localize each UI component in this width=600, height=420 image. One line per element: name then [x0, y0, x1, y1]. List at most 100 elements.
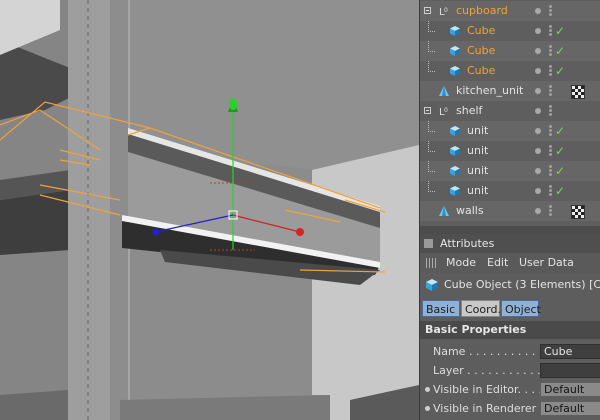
visibility-dots-icon[interactable] [549, 85, 552, 97]
visibility-dots-icon[interactable] [549, 45, 552, 57]
layer-dot-icon[interactable] [535, 88, 541, 94]
enabled-check-icon[interactable]: ✓ [555, 181, 565, 201]
enabled-check-icon[interactable]: ✓ [555, 61, 565, 81]
polygon-object-icon [439, 206, 449, 216]
object-row-label: kitchen_unit [456, 84, 524, 97]
tab-coord[interactable]: Coord. [461, 300, 501, 317]
layer-dot-icon[interactable] [535, 28, 541, 34]
cube-icon [450, 26, 460, 36]
material-tag-icon[interactable] [571, 85, 585, 99]
enabled-check-icon[interactable]: ✓ [555, 121, 565, 141]
object-row-label: cupboard [456, 4, 508, 17]
expand-toggle-icon[interactable] [424, 7, 431, 14]
cube-icon [450, 46, 460, 56]
animate-dot-icon[interactable] [425, 387, 430, 392]
tree-branch-icon [428, 121, 435, 132]
object-row-label: Cube [467, 24, 496, 37]
visible-editor-dropdown[interactable]: Default [540, 382, 600, 397]
layer-dot-icon[interactable] [535, 108, 541, 114]
grip-icon[interactable] [426, 258, 437, 268]
viewport-scene [0, 0, 419, 420]
object-row-label: unit [467, 184, 489, 197]
tab-object[interactable]: Object [501, 300, 541, 317]
menu-edit[interactable]: Edit [487, 253, 508, 273]
cube-icon [450, 166, 460, 176]
visible-renderer-dropdown[interactable]: Default [540, 401, 600, 416]
tree-branch-icon [428, 21, 435, 32]
prop-name-label: Name . . . . . . . . . . . . [433, 345, 550, 358]
visibility-dots-icon[interactable] [549, 125, 552, 137]
visibility-dots-icon[interactable] [549, 25, 552, 37]
section-title: Basic Properties [425, 323, 527, 336]
null-object-icon: L0 [439, 7, 448, 16]
layer-dot-icon[interactable] [535, 148, 541, 154]
layer-dot-icon[interactable] [535, 128, 541, 134]
prop-visible-editor-label: Visible in Editor. . . . [433, 383, 542, 396]
layer-dot-icon[interactable] [535, 188, 541, 194]
object-row-label: unit [467, 164, 489, 177]
attribute-tabs: Basic Coord. Object [420, 299, 600, 319]
tree-branch-icon [428, 181, 435, 192]
object-row[interactable]: L 0 cupboard [420, 1, 600, 21]
enabled-check-icon[interactable]: ✓ [555, 21, 565, 41]
layer-dot-icon[interactable] [535, 8, 541, 14]
object-row[interactable]: kitchen_unit [420, 81, 600, 101]
layer-dot-icon[interactable] [535, 68, 541, 74]
cube-icon [450, 126, 460, 136]
enabled-check-icon[interactable]: ✓ [555, 161, 565, 181]
cube-icon [450, 146, 460, 156]
object-row-label: walls [456, 204, 484, 217]
visibility-dots-icon[interactable] [549, 185, 552, 197]
enabled-check-icon[interactable]: ✓ [555, 41, 565, 61]
object-row[interactable]: unit ✓ [420, 161, 600, 181]
prop-visible-renderer: Visible in Renderer . . Default [420, 399, 600, 418]
visibility-dots-icon[interactable] [549, 5, 552, 17]
tab-basic[interactable]: Basic [422, 300, 460, 317]
name-field[interactable]: Cube [540, 344, 600, 359]
layer-dot-icon[interactable] [535, 168, 541, 174]
svg-text:0: 0 [444, 7, 448, 14]
panel-menu-icon[interactable] [424, 239, 433, 248]
layer-dot-icon[interactable] [535, 48, 541, 54]
object-row[interactable]: unit ✓ [420, 181, 600, 201]
material-tag-icon[interactable] [571, 205, 585, 219]
panel-separator[interactable] [420, 226, 600, 234]
layer-field[interactable] [540, 363, 600, 378]
visibility-dots-icon[interactable] [549, 205, 552, 217]
visibility-dots-icon[interactable] [549, 105, 552, 117]
tree-branch-icon [428, 41, 435, 52]
expand-toggle-icon[interactable] [424, 107, 431, 114]
menu-user-data[interactable]: User Data [519, 253, 574, 273]
object-row[interactable]: Cube ✓ [420, 61, 600, 81]
object-row[interactable]: unit ✓ [420, 121, 600, 141]
enabled-check-icon[interactable]: ✓ [555, 141, 565, 161]
object-row[interactable]: walls [420, 201, 600, 221]
prop-visible-renderer-label: Visible in Renderer . . [433, 402, 551, 415]
layer-dot-icon[interactable] [535, 208, 541, 214]
object-row-label: Cube [467, 44, 496, 57]
animate-dot-icon[interactable] [425, 406, 430, 411]
object-title: Cube Object (3 Elements) [Cube, [444, 278, 600, 291]
tree-branch-icon [428, 141, 435, 152]
right-panel: L 0 cupboard Cube ✓ Cube ✓ Cube ✓ kitchen_unit L 0 s… [419, 0, 600, 420]
visibility-dots-icon[interactable] [549, 165, 552, 177]
tree-branch-icon [428, 61, 435, 72]
prop-visible-editor: Visible in Editor. . . . Default [420, 380, 600, 399]
object-row-label: shelf [456, 104, 483, 117]
prop-layer-label: Layer . . . . . . . . . . . . [433, 364, 548, 377]
object-manager: L 0 cupboard Cube ✓ Cube ✓ Cube ✓ kitchen_unit L 0 s… [420, 0, 600, 226]
object-row[interactable]: L 0 shelf [420, 101, 600, 121]
object-row[interactable]: Cube ✓ [420, 21, 600, 41]
cube-icon [426, 279, 438, 291]
cube-icon [450, 66, 460, 76]
basic-properties-header[interactable]: Basic Properties [420, 321, 600, 339]
svg-text:0: 0 [444, 107, 448, 114]
prop-layer: Layer . . . . . . . . . . . . [420, 361, 600, 380]
viewport-3d[interactable] [0, 0, 419, 420]
attributes-object-title-row: Cube Object (3 Elements) [Cube, [420, 273, 600, 297]
object-row[interactable]: Cube ✓ [420, 41, 600, 61]
visibility-dots-icon[interactable] [549, 145, 552, 157]
menu-mode[interactable]: Mode [446, 253, 476, 273]
visibility-dots-icon[interactable] [549, 65, 552, 77]
object-row[interactable]: unit ✓ [420, 141, 600, 161]
